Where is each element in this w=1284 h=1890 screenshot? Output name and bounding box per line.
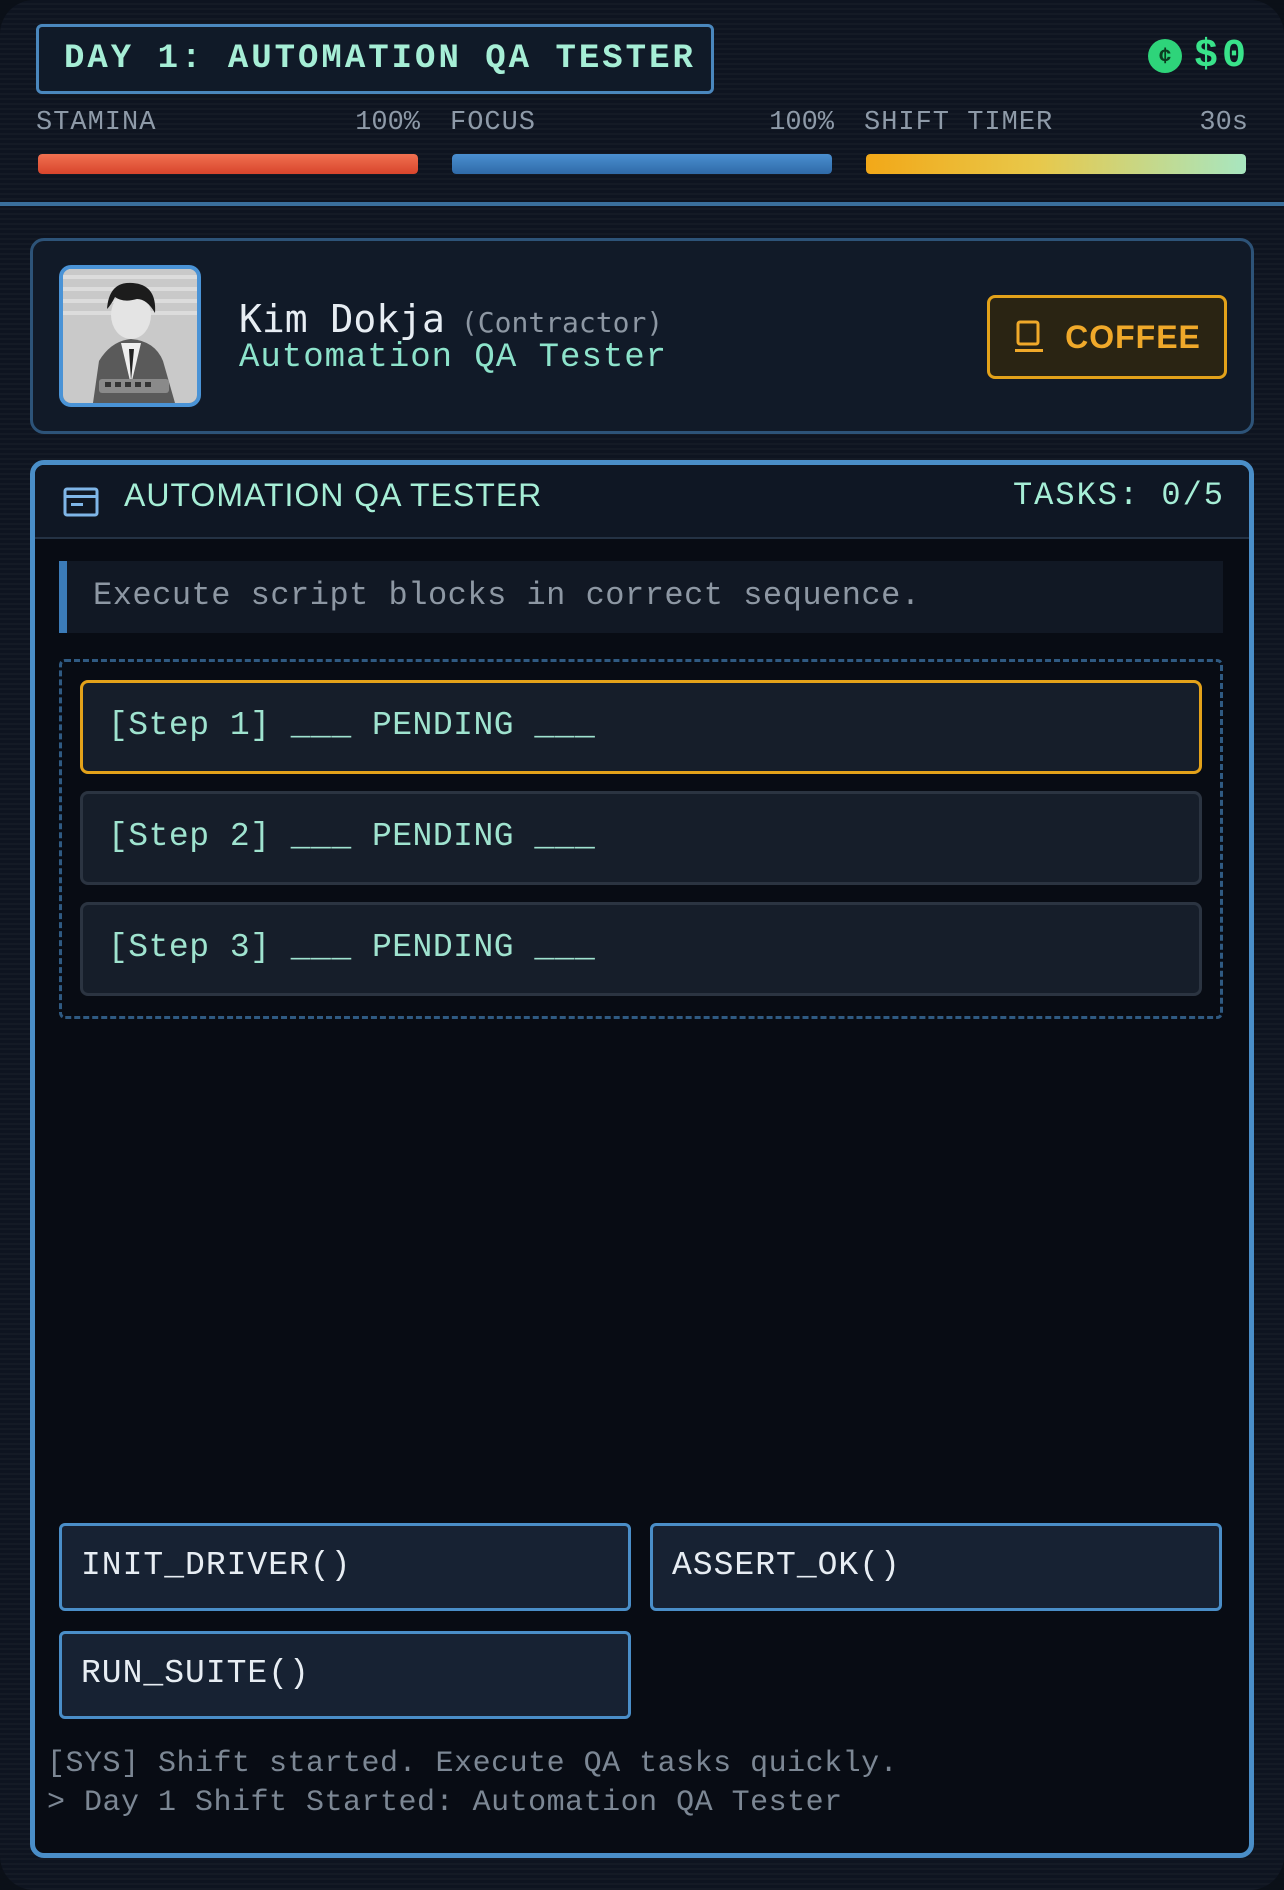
coffee-button[interactable]: COFFEE: [987, 295, 1227, 379]
focus-value: 100%: [769, 108, 834, 138]
avatar-portrait: [63, 269, 197, 403]
task-panel: AUTOMATION QA TESTER TASKS: 0/5 Execute …: [30, 460, 1254, 1858]
shift-timer-bar: [866, 154, 1246, 174]
system-log: [SYS] Shift started. Execute QA tasks qu…: [47, 1745, 898, 1823]
step-slot-3[interactable]: [Step 3] ___ PENDING ___: [80, 902, 1202, 996]
coin-icon: ¢: [1147, 39, 1182, 73]
character-name: Kim Dokja: [239, 297, 445, 341]
focus-label: FOCUS: [450, 108, 537, 138]
focus-bar: [452, 154, 832, 174]
name-row: Kim Dokja (Contractor): [239, 297, 663, 341]
run-suite-button[interactable]: RUN_SUITE(): [59, 1631, 631, 1719]
shift-timer-value: 30s: [1199, 108, 1248, 138]
stamina-value: 100%: [355, 108, 420, 138]
step-slot-1[interactable]: [Step 1] ___ PENDING ___: [80, 680, 1202, 774]
focus-bar-fill: [452, 154, 832, 174]
stamina-label: STAMINA: [36, 108, 157, 138]
log-line: [SYS] Shift started. Execute QA tasks qu…: [47, 1747, 899, 1781]
money-value: $0: [1193, 33, 1250, 79]
profile-card: Kim Dokja (Contractor) Automation QA Tes…: [30, 238, 1254, 434]
job-title: Automation QA Tester: [239, 339, 668, 377]
shift-timer-bar-fill: [866, 154, 1246, 174]
window-icon: [63, 487, 99, 517]
log-line: > Day 1 Shift Started: Automation QA Tes…: [47, 1786, 843, 1820]
status-header: DAY 1: AUTOMATION QA TESTER ¢ $0 STAMINA…: [0, 0, 1284, 206]
contractor-tag: (Contractor): [460, 306, 664, 339]
panel-title: AUTOMATION QA TESTER: [124, 477, 543, 513]
shift-timer-label: SHIFT TIMER: [864, 108, 1054, 138]
step-slot-2[interactable]: [Step 2] ___ PENDING ___: [80, 791, 1202, 885]
init-driver-button[interactable]: INIT_DRIVER(): [59, 1523, 631, 1611]
money-display: ¢ $0: [1147, 30, 1250, 82]
instruction-text: Execute script blocks in correct sequenc…: [59, 561, 1223, 633]
avatar: [59, 265, 201, 407]
day-title: DAY 1: AUTOMATION QA TESTER: [36, 24, 714, 94]
tasks-counter: TASKS: 0/5: [1012, 477, 1225, 514]
coffee-cup-icon: [1015, 320, 1044, 352]
coffee-label: COFFEE: [1065, 318, 1201, 355]
assert-ok-button[interactable]: ASSERT_OK(): [650, 1523, 1222, 1611]
panel-header: AUTOMATION QA TESTER TASKS: 0/5: [35, 465, 1249, 539]
stamina-bar: [38, 154, 418, 174]
stamina-bar-fill: [38, 154, 418, 174]
script-steps-area[interactable]: [Step 1] ___ PENDING ___ [Step 2] ___ PE…: [59, 659, 1223, 1019]
game-screen: DAY 1: AUTOMATION QA TESTER ¢ $0 STAMINA…: [0, 0, 1284, 1890]
